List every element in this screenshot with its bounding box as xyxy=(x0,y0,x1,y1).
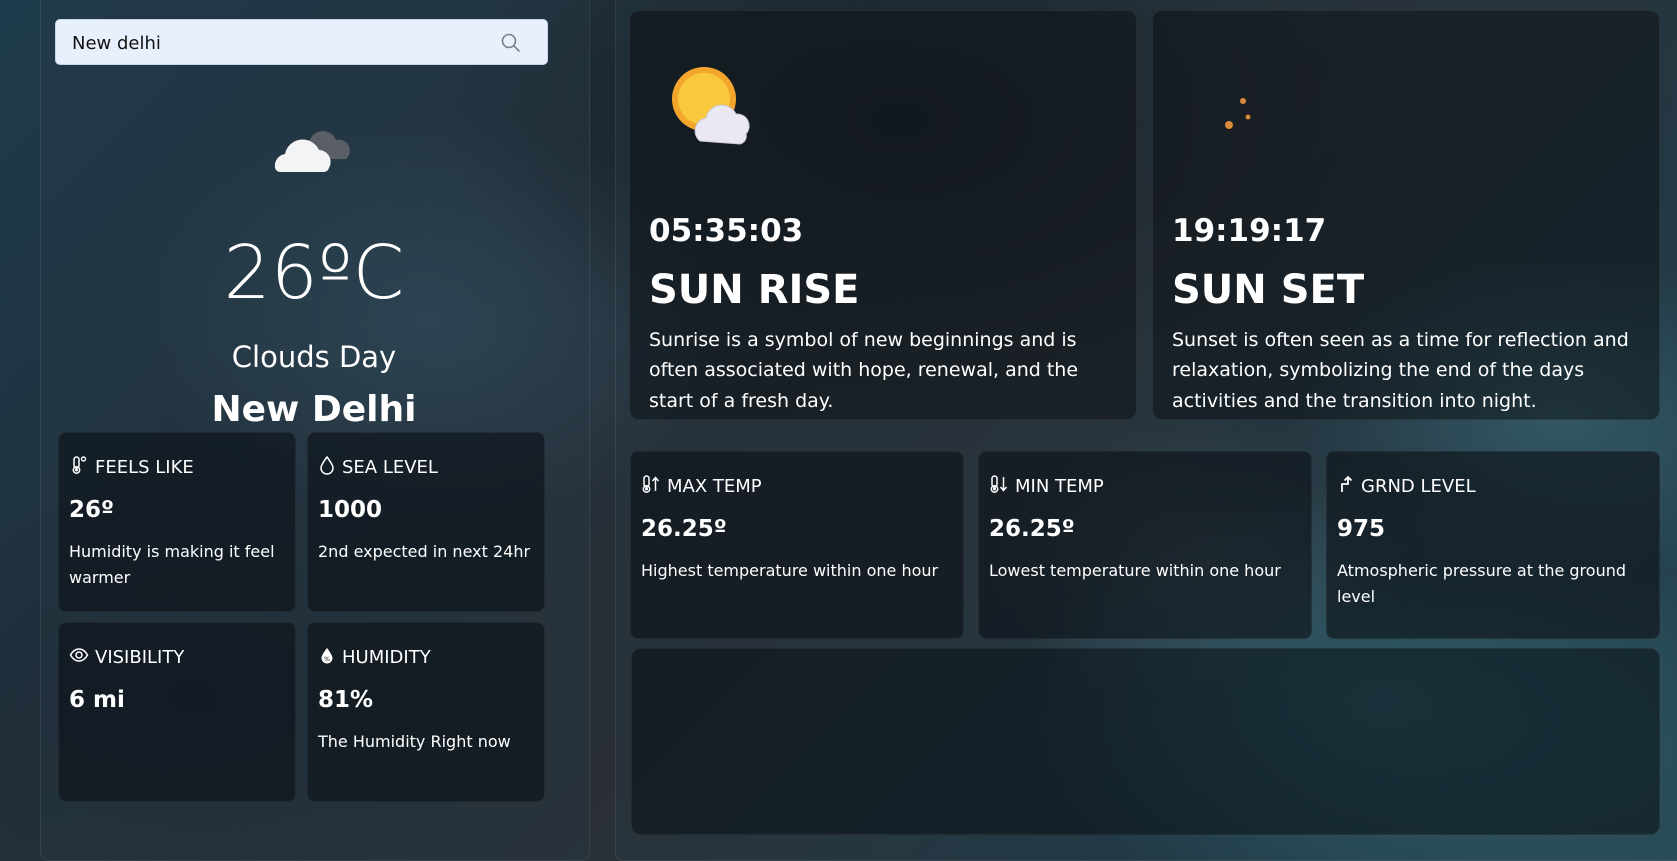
search-box[interactable] xyxy=(55,19,548,66)
sunrise-card: 05:35:03 SUN RISE Sunrise is a symbol of… xyxy=(629,10,1137,420)
humidity-card: % HUMIDITY 81% The Humidity Right now xyxy=(307,622,545,802)
svg-text:%: % xyxy=(324,656,330,663)
sunrise-title: SUN RISE xyxy=(649,267,860,313)
sunset-card: 19:19:17 SUN SET Sunset is often seen as… xyxy=(1152,10,1660,420)
sunrise-description: Sunrise is a symbol of new beginnings an… xyxy=(649,329,1079,412)
card-value: 975 xyxy=(1337,516,1386,542)
sunset-title: SUN SET xyxy=(1172,267,1365,313)
sun-cloud-icon xyxy=(662,59,762,159)
search-icon[interactable] xyxy=(499,31,523,55)
card-value: 1000 xyxy=(318,497,383,523)
max-temp-card: MAX TEMP 26.25º Highest temperature with… xyxy=(630,451,964,639)
droplet-icon xyxy=(318,455,336,480)
current-temperature: 26ºC xyxy=(223,230,405,316)
weather-condition: Clouds Day xyxy=(231,340,397,374)
card-description: The Humidity Right now xyxy=(318,732,511,751)
card-label: GRND LEVEL xyxy=(1361,476,1476,497)
card-label: MAX TEMP xyxy=(667,476,762,497)
sunset-time: 19:19:17 xyxy=(1172,213,1327,249)
card-description: Lowest temperature within one hour xyxy=(989,561,1281,580)
arrow-up-right-icon xyxy=(1337,474,1355,499)
humidity-icon: % xyxy=(318,645,336,670)
card-description: 2nd expected in next 24hr xyxy=(318,542,531,561)
card-label: HUMIDITY xyxy=(342,647,431,668)
card-value: 26.25º xyxy=(641,516,727,542)
sea-level-card: SEA LEVEL 1000 2nd expected in next 24hr xyxy=(307,432,545,612)
card-label: MIN TEMP xyxy=(1015,476,1104,497)
moon-icon xyxy=(1185,59,1285,159)
thermometer-down-icon xyxy=(989,474,1009,499)
card-value: 81% xyxy=(318,687,374,713)
sunrise-time: 05:35:03 xyxy=(649,213,804,249)
card-value: 26.25º xyxy=(989,516,1075,542)
card-label: FEELS LIKE xyxy=(95,457,194,478)
ground-level-card: GRND LEVEL 975 Atmospheric pressure at t… xyxy=(1326,451,1660,639)
card-value: 26º xyxy=(69,497,114,523)
city-name: New Delhi xyxy=(211,389,417,430)
search-input[interactable] xyxy=(70,20,474,66)
thermometer-up-icon xyxy=(641,474,661,499)
card-label: VISIBILITY xyxy=(95,647,185,668)
sunset-description: Sunset is often seen as a time for refle… xyxy=(1172,329,1629,412)
card-value: 6 mi xyxy=(69,687,125,713)
visibility-card: VISIBILITY 6 mi xyxy=(58,622,296,802)
eye-icon xyxy=(69,645,89,670)
min-temp-card: MIN TEMP 26.25º Lowest temperature withi… xyxy=(978,451,1312,639)
card-description: Highest temperature within one hour xyxy=(641,561,939,580)
feels-like-card: FEELS LIKE 26º Humidity is making it fee… xyxy=(58,432,296,612)
card-description: Humidity is making it feel warmer xyxy=(69,542,275,587)
card-description: Atmospheric pressure at the ground level xyxy=(1337,561,1627,606)
card-label: SEA LEVEL xyxy=(342,457,438,478)
cloud-icon xyxy=(265,118,365,184)
thermometer-feels-icon xyxy=(69,455,89,480)
empty-card xyxy=(631,648,1660,835)
